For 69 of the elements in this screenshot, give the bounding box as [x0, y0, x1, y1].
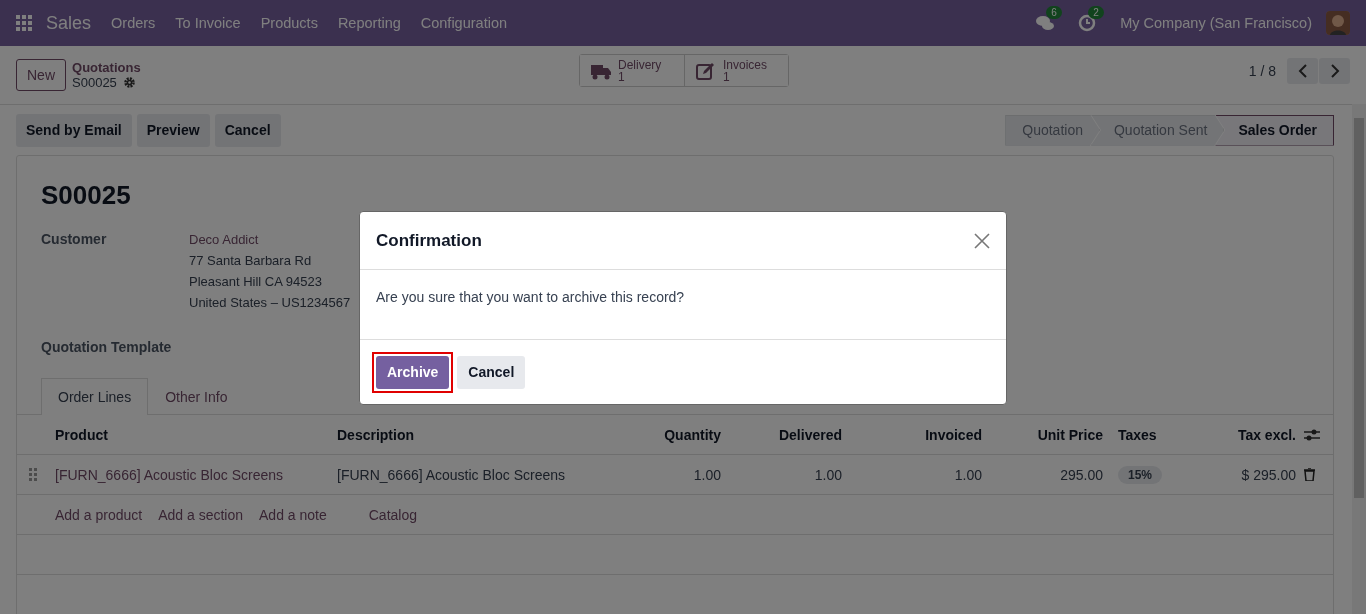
field-label: Customer	[41, 230, 108, 249]
gear-icon[interactable]	[122, 76, 136, 89]
drag-handle-icon[interactable]	[28, 467, 37, 482]
add-line-link[interactable]: Add a product	[55, 506, 143, 523]
menu-item[interactable]: Configuration	[420, 15, 507, 31]
dialog-title: Confirmation	[376, 230, 483, 251]
close-button[interactable]	[974, 232, 990, 249]
record-title: S00025	[41, 180, 132, 211]
column-header[interactable]: Description	[330, 415, 610, 455]
activity-count-badge: 2	[1088, 6, 1104, 19]
apps-grid-icon[interactable]	[16, 15, 32, 31]
column-header[interactable]: Tax excl.	[1190, 415, 1304, 455]
chevron-left-icon	[1297, 64, 1308, 78]
menu-item[interactable]: Orders	[111, 15, 156, 31]
app-name[interactable]: Sales	[46, 12, 92, 34]
product-cell[interactable]: [FURN_6666] Acoustic Bloc Screens	[48, 455, 330, 495]
action-button[interactable]: Preview	[136, 113, 210, 147]
menu-item[interactable]: To Invoice	[175, 15, 241, 31]
description-cell: [FURN_6666] Acoustic Bloc Screens	[330, 455, 610, 495]
menu-item[interactable]: Reporting	[337, 15, 401, 31]
customer-link[interactable]: Deco Addict	[189, 229, 259, 250]
field-label: Quotation Template	[41, 338, 173, 357]
message-count-badge: 6	[1046, 6, 1062, 19]
close-icon	[974, 232, 990, 249]
add-line-link[interactable]: Catalog	[368, 506, 417, 523]
smart-button[interactable]: Invoices 1	[684, 55, 788, 86]
address-line: United States – US1234567	[189, 294, 351, 312]
avatar-icon[interactable]	[1326, 11, 1350, 35]
clock-icon[interactable]	[1078, 14, 1097, 32]
company-switcher[interactable]: My Company (San Francisco)	[1120, 15, 1312, 31]
column-header[interactable]: Product	[48, 415, 330, 455]
address-line: Pleasant Hill CA 94523	[189, 273, 322, 291]
trash-icon[interactable]	[1304, 468, 1315, 481]
column-header[interactable]: Unit Price	[990, 415, 1111, 455]
pencil-square-icon	[695, 60, 717, 81]
tab[interactable]: Other Info	[148, 378, 245, 415]
dialog-button[interactable]: Cancel	[457, 355, 526, 389]
pager-value: 1 / 8	[1248, 63, 1276, 79]
action-button[interactable]: Cancel	[214, 113, 281, 147]
column-header[interactable]: Delivered	[729, 415, 850, 455]
previous-button[interactable]	[1287, 58, 1318, 84]
delivered-cell: 1.00	[729, 455, 850, 495]
next-button[interactable]	[1319, 58, 1350, 84]
column-header[interactable]: Taxes	[1111, 415, 1190, 455]
column-header[interactable]: Quantity	[610, 415, 729, 455]
subtotal-cell: $ 295.00	[1190, 455, 1304, 495]
quantity-cell: 1.00	[610, 455, 729, 495]
status-stage[interactable]: Quotation	[1005, 114, 1100, 146]
scrollbar[interactable]	[1352, 104, 1366, 614]
dialog-button[interactable]: Archive	[376, 355, 450, 389]
tab[interactable]: Order Lines	[41, 378, 149, 415]
status-stage[interactable]: Quotation Sent	[1091, 114, 1225, 146]
status-stage[interactable]: Sales Order	[1215, 114, 1334, 146]
breadcrumb-link[interactable]: Quotations	[72, 60, 141, 75]
sliders-icon[interactable]	[1304, 427, 1320, 442]
add-line-link[interactable]: Add a note	[259, 506, 327, 523]
address-line: 77 Santa Barbara Rd	[189, 252, 312, 270]
column-header[interactable]: Invoiced	[850, 415, 990, 455]
unit-price-cell: 295.00	[990, 455, 1111, 495]
tax-tag: 15%	[1118, 465, 1163, 484]
add-line-link[interactable]: Add a section	[158, 506, 243, 523]
chat-icon[interactable]	[1036, 14, 1055, 32]
new-button[interactable]: New	[16, 59, 66, 91]
action-button[interactable]: Send by Email	[16, 113, 132, 147]
chevron-right-icon	[1329, 64, 1340, 78]
invoiced-cell: 1.00	[850, 455, 990, 495]
record-name: S00025	[72, 75, 117, 90]
menu-item[interactable]: Products	[260, 15, 318, 31]
dialog-message: Are you sure that you want to archive this record?	[376, 289, 685, 305]
